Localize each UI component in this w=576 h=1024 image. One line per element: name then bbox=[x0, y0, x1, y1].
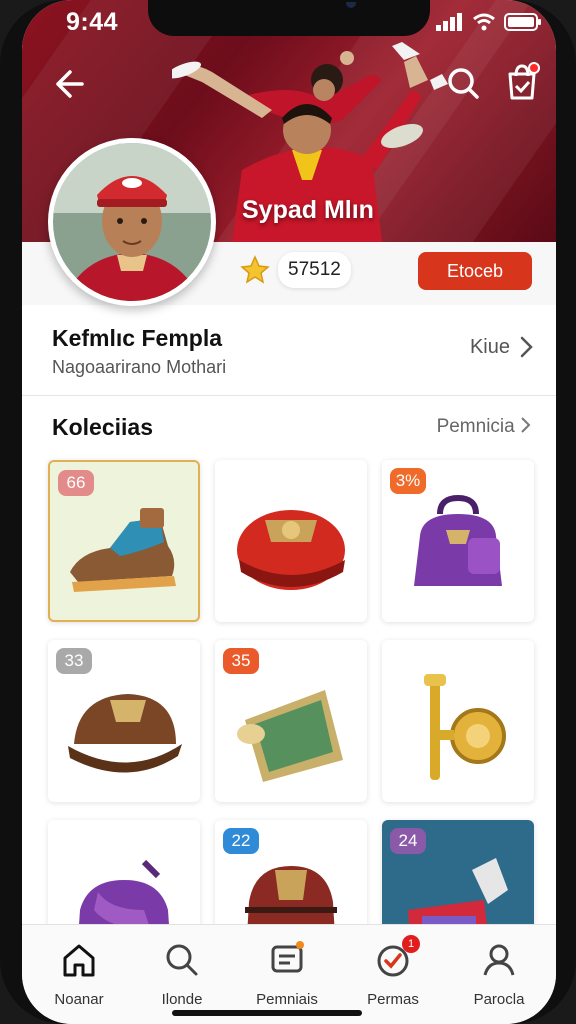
search-icon bbox=[166, 944, 198, 976]
collection-header: Koleciias Pemnicia bbox=[22, 396, 556, 456]
tab-messages-label: Pemniais bbox=[256, 991, 318, 1008]
tab-profile-label: Parocla bbox=[473, 991, 525, 1008]
cart-button[interactable] bbox=[502, 62, 542, 102]
info-title: Kefmlıc Fempla bbox=[52, 325, 222, 351]
bag-icon bbox=[78, 859, 170, 926]
home-icon bbox=[63, 944, 95, 977]
info-subtitle: Nagoaarirano Mothari bbox=[52, 357, 227, 377]
tab-home-label: Noanar bbox=[54, 991, 104, 1008]
collection-title: Koleciias bbox=[52, 414, 153, 440]
person-icon bbox=[483, 944, 515, 976]
cap-icon bbox=[68, 694, 182, 773]
tab-search[interactable]: Ilonde bbox=[137, 935, 227, 1008]
notification-dot bbox=[296, 941, 304, 949]
collection-card[interactable] bbox=[48, 820, 200, 926]
tab-messages[interactable]: Pemniais bbox=[242, 935, 332, 1008]
collection-card[interactable] bbox=[382, 640, 534, 802]
back-button[interactable] bbox=[48, 64, 88, 104]
tab-home[interactable]: Noanar bbox=[34, 935, 124, 1008]
tab-profile[interactable]: Parocla bbox=[454, 935, 544, 1008]
profile-name: Sypad Mlın bbox=[242, 196, 374, 224]
golden-key-icon bbox=[424, 674, 506, 780]
collection-card[interactable]: 66 bbox=[48, 460, 200, 622]
status-time: 9:44 bbox=[66, 8, 119, 36]
star-icon bbox=[240, 255, 270, 284]
status-bar: 9:44 bbox=[22, 0, 556, 44]
notification-dot bbox=[528, 62, 540, 74]
collection-card[interactable]: 35 bbox=[215, 640, 367, 802]
info-link[interactable]: Kiue bbox=[470, 335, 534, 359]
chevron-right-icon bbox=[520, 336, 533, 358]
collection-card[interactable]: 33 bbox=[48, 640, 200, 802]
collection-card[interactable]: 24 bbox=[382, 820, 534, 926]
tab-search-label: Ilonde bbox=[161, 991, 203, 1008]
collection-see-all-label: Pemnicia bbox=[436, 416, 515, 437]
search-icon bbox=[448, 68, 479, 99]
backpack-icon bbox=[245, 866, 337, 926]
search-button[interactable] bbox=[444, 64, 484, 104]
bucket-icon bbox=[408, 858, 508, 926]
collection-card[interactable]: 3% bbox=[382, 460, 534, 622]
signal-icon bbox=[436, 13, 462, 31]
tab-tasks[interactable]: 1 Permas bbox=[348, 935, 438, 1008]
collection-card[interactable] bbox=[215, 460, 367, 622]
arrow-left-icon bbox=[56, 70, 84, 98]
home-indicator bbox=[172, 1010, 362, 1016]
backpack-icon bbox=[414, 494, 502, 586]
avatar-photo bbox=[53, 143, 211, 301]
info-section: Kefmlıc Fempla Nagoaarirano Mothari Kiue bbox=[22, 305, 556, 395]
screen: Sypad Mlın 9:44 57512 Etoceb Kefmlıc Fem… bbox=[22, 0, 556, 1024]
avatar[interactable] bbox=[48, 138, 216, 306]
tab-tasks-label: Permas bbox=[367, 991, 419, 1008]
chevron-right-icon bbox=[521, 417, 531, 433]
collection-see-all[interactable]: Pemnicia bbox=[437, 416, 532, 438]
tab-tasks-badge: 1 bbox=[402, 935, 420, 953]
info-link-label: Kiue bbox=[469, 335, 510, 358]
collection-grid: 66 3% 33 35 22 24 bbox=[22, 456, 556, 926]
collection-card[interactable]: 22 bbox=[215, 820, 367, 926]
wifi-icon bbox=[473, 13, 495, 31]
battery-icon bbox=[504, 13, 541, 31]
boot-icon bbox=[70, 508, 176, 592]
follow-button[interactable]: Etoceb bbox=[418, 252, 532, 290]
rating: 57512 bbox=[240, 252, 351, 288]
phone-frame: Sypad Mlın 9:44 57512 Etoceb Kefmlıc Fem… bbox=[0, 0, 576, 1024]
tab-bar: Noanar Ilonde Pemniais 1 Permas Parocla bbox=[22, 924, 556, 1024]
helmet-icon bbox=[237, 510, 345, 590]
rating-value: 57512 bbox=[278, 252, 351, 288]
map-scroll-icon bbox=[237, 690, 343, 782]
